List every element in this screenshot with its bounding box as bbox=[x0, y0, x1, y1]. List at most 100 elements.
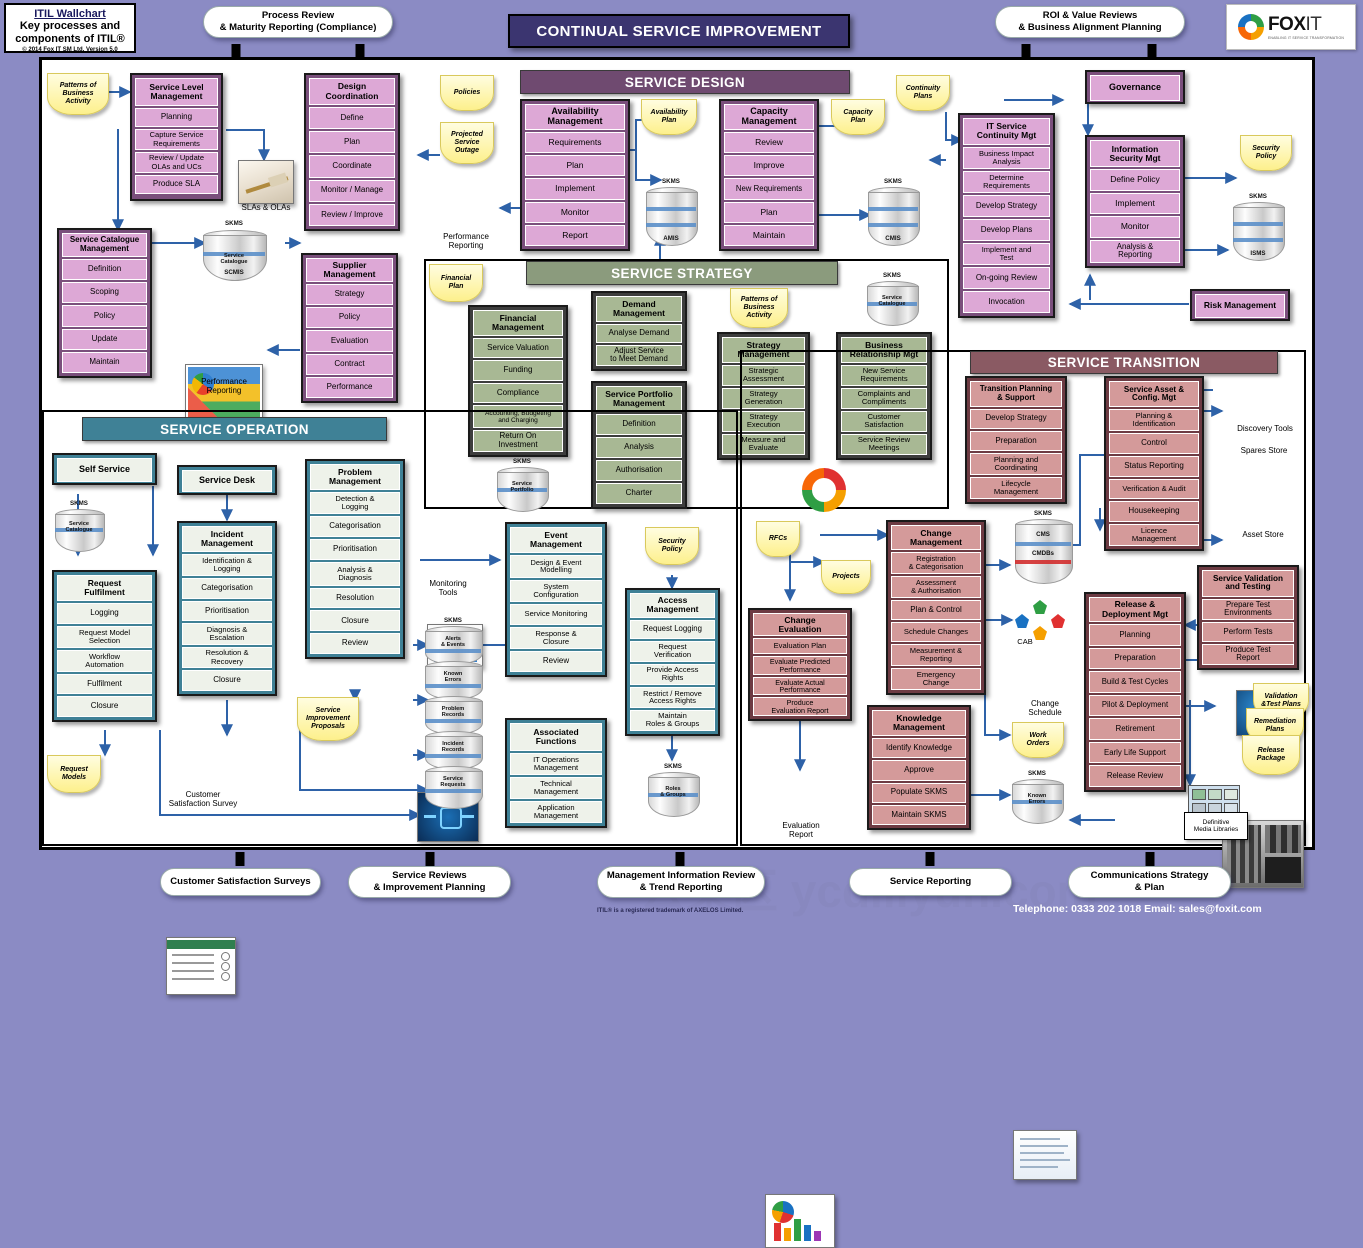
process-item[interactable]: Implement bbox=[1090, 192, 1180, 215]
process-item[interactable]: Produce Test Report bbox=[1202, 643, 1294, 666]
process-item[interactable]: Monitor bbox=[1090, 216, 1180, 238]
process-item[interactable]: Maintain Roles & Groups bbox=[630, 709, 715, 731]
process-item[interactable]: Produce SLA bbox=[135, 175, 218, 194]
process-item[interactable]: Contract bbox=[306, 353, 393, 375]
process-item[interactable]: Business Impact Analysis bbox=[963, 146, 1050, 169]
process-item[interactable]: Workflow Automation bbox=[57, 649, 152, 672]
process-item[interactable]: Planning bbox=[1089, 624, 1181, 646]
process-item[interactable]: Evaluation bbox=[306, 330, 393, 352]
process-incident-management[interactable]: Incident Management Identification & Log… bbox=[177, 521, 277, 696]
process-item[interactable]: Develop Strategy bbox=[963, 194, 1050, 217]
process-item[interactable]: Planning bbox=[135, 108, 218, 127]
process-item[interactable]: Analysis & Diagnosis bbox=[310, 561, 400, 586]
process-item[interactable]: Review / Improve bbox=[309, 203, 395, 227]
process-item[interactable]: New Requirements bbox=[724, 178, 814, 200]
process-item[interactable]: Schedule Changes bbox=[891, 622, 981, 643]
process-item[interactable]: Pilot & Deployment bbox=[1089, 694, 1181, 717]
box-self-service[interactable]: Self Service bbox=[52, 453, 157, 485]
process-item[interactable]: Early Life Support bbox=[1089, 741, 1181, 764]
process-service-validation-testing[interactable]: Service Validation and Testing Prepare T… bbox=[1197, 565, 1299, 670]
process-item[interactable]: Funding bbox=[473, 360, 563, 381]
process-item[interactable]: Evaluation Plan bbox=[753, 638, 847, 655]
process-item[interactable]: Build & Test Cycles bbox=[1089, 671, 1181, 693]
process-item[interactable]: Diagnosis & Escalation bbox=[182, 623, 272, 645]
process-item[interactable]: Fulfilment bbox=[57, 673, 152, 695]
process-item[interactable]: Identify Knowledge bbox=[872, 738, 966, 759]
process-it-service-continuity-management[interactable]: IT Service Continuity Mgt Business Impac… bbox=[958, 113, 1055, 318]
process-item[interactable]: Closure bbox=[182, 670, 272, 691]
footer-button-customer-satisfaction-surveys[interactable]: Customer Satisfaction Surveys bbox=[160, 868, 321, 896]
process-item[interactable]: Restrict / Remove Access Rights bbox=[630, 686, 715, 708]
process-item[interactable]: Design & Event Modelling bbox=[510, 555, 602, 578]
process-item[interactable]: Emergency Change bbox=[891, 668, 981, 690]
footer-button-communications-strategy[interactable]: Communications Strategy & Plan bbox=[1068, 866, 1231, 898]
process-item[interactable]: Release Review bbox=[1089, 765, 1181, 788]
process-item[interactable]: Licence Management bbox=[1109, 523, 1199, 546]
process-item[interactable]: Review bbox=[724, 131, 814, 154]
process-supplier-management[interactable]: Supplier Management Strategy Policy Eval… bbox=[301, 253, 398, 403]
process-item[interactable]: Closure bbox=[57, 696, 152, 717]
process-item[interactable]: Technical Management bbox=[510, 776, 602, 799]
process-item[interactable]: Determine Requirements bbox=[963, 170, 1050, 193]
footer-button-service-reporting[interactable]: Service Reporting bbox=[849, 868, 1012, 896]
process-item[interactable]: Plan bbox=[724, 201, 814, 223]
process-item[interactable]: Approve bbox=[872, 760, 966, 781]
process-request-fulfilment[interactable]: Request Fulfilment Logging Request Model… bbox=[52, 570, 157, 722]
process-item[interactable]: Review / Update OLAs and UCs bbox=[135, 152, 218, 173]
process-transition-planning-support[interactable]: Transition Planning & Support Develop St… bbox=[965, 376, 1067, 504]
process-item[interactable]: Implement and Test bbox=[963, 242, 1050, 265]
process-item[interactable]: Review bbox=[310, 633, 400, 655]
process-item[interactable]: Update bbox=[62, 328, 147, 350]
process-item[interactable]: Lifecycle Management bbox=[970, 477, 1062, 500]
process-item[interactable]: Produce Evaluation Report bbox=[753, 697, 847, 716]
process-item[interactable]: Identification & Logging bbox=[182, 554, 272, 576]
process-item[interactable]: Scoping bbox=[62, 282, 147, 304]
process-item[interactable]: Analysis & Reporting bbox=[1090, 239, 1180, 263]
process-item[interactable]: Performance bbox=[306, 376, 393, 398]
footer-button-management-information-review[interactable]: Management Information Review & Trend Re… bbox=[597, 866, 765, 898]
process-item[interactable]: Strategy bbox=[306, 283, 393, 306]
box-governance[interactable]: Governance bbox=[1085, 70, 1185, 104]
process-item[interactable]: Definition bbox=[62, 258, 147, 281]
process-service-level-management[interactable]: Service Level Management Planning Captur… bbox=[130, 73, 223, 201]
process-item[interactable]: Report bbox=[525, 224, 625, 246]
process-item[interactable]: Housekeeping bbox=[1109, 501, 1199, 522]
process-item[interactable]: Preparation bbox=[970, 430, 1062, 452]
process-item[interactable]: Adjust Service to Meet Demand bbox=[596, 344, 682, 366]
process-item[interactable]: Resolution & Recovery bbox=[182, 646, 272, 669]
process-item[interactable]: System Configuration bbox=[510, 579, 602, 603]
process-item[interactable]: Application Management bbox=[510, 800, 602, 823]
process-item[interactable]: Coordinate bbox=[309, 155, 395, 178]
process-item[interactable]: Invocation bbox=[963, 290, 1050, 314]
process-item[interactable]: Maintain bbox=[62, 351, 147, 373]
process-item[interactable]: Compliance bbox=[473, 382, 563, 404]
process-item[interactable]: Detection & Logging bbox=[310, 492, 400, 515]
process-item[interactable]: Plan & Control bbox=[891, 600, 981, 621]
process-item[interactable]: Policy bbox=[306, 307, 393, 329]
process-item[interactable]: Improve bbox=[724, 155, 814, 177]
process-item[interactable]: Categorisation bbox=[310, 516, 400, 538]
process-item[interactable]: Assessment & Authorisation bbox=[891, 576, 981, 599]
process-item[interactable]: Request Logging bbox=[630, 619, 715, 639]
process-demand-management[interactable]: Demand Management Analyse Demand Adjust … bbox=[591, 291, 687, 371]
process-item[interactable]: Planning & Identification bbox=[1109, 409, 1199, 432]
process-change-evaluation[interactable]: Change Evaluation Evaluation Plan Evalua… bbox=[748, 608, 852, 721]
process-item[interactable]: Planning and Coordinating bbox=[970, 453, 1062, 476]
process-item[interactable]: Measurement & Reporting bbox=[891, 644, 981, 667]
process-item[interactable]: Service Monitoring bbox=[510, 604, 602, 625]
process-item[interactable]: Control bbox=[1109, 433, 1199, 455]
process-item[interactable]: Requirements bbox=[525, 131, 625, 154]
process-item[interactable]: Evaluate Actual Performance bbox=[753, 676, 847, 696]
process-item[interactable]: On-going Review bbox=[963, 266, 1050, 289]
process-item[interactable]: Preparation bbox=[1089, 647, 1181, 670]
process-item[interactable]: Provide Access Rights bbox=[630, 663, 715, 685]
process-change-management[interactable]: Change Management Registration & Categor… bbox=[886, 520, 986, 695]
process-event-management[interactable]: Event Management Design & Event Modellin… bbox=[505, 522, 607, 677]
process-item[interactable]: Maintain SKMS bbox=[872, 804, 966, 825]
box-service-desk[interactable]: Service Desk bbox=[177, 465, 277, 495]
process-item[interactable]: Service Valuation bbox=[473, 338, 563, 359]
process-item[interactable]: Prioritisation bbox=[182, 600, 272, 622]
process-capacity-management[interactable]: Capacity Management Review Improve New R… bbox=[719, 99, 819, 251]
process-item[interactable]: Resolution bbox=[310, 587, 400, 609]
process-item[interactable]: Prepare Test Environments bbox=[1202, 598, 1294, 621]
